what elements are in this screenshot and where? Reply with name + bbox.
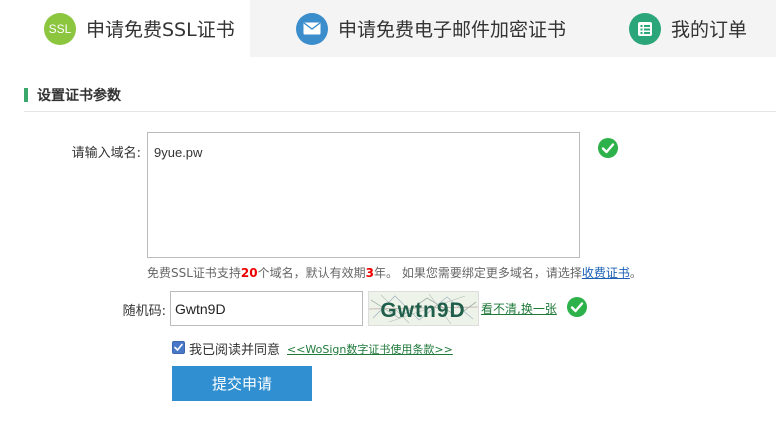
tab-ssl-certificate[interactable]: SSL 申请免费SSL证书 [0, 0, 250, 57]
agree-terms-checkbox[interactable] [172, 341, 185, 354]
tab-my-orders[interactable]: 我的订单 [572, 0, 776, 57]
tab-bar: SSL 申请免费SSL证书 申请免费电子邮件加密证书 我的订单 [0, 0, 776, 57]
captcha-valid-check-icon [567, 297, 587, 317]
paid-certificate-link[interactable]: 收费证书 [582, 266, 630, 280]
tab-email-certificate[interactable]: 申请免费电子邮件加密证书 [250, 0, 572, 57]
tab-label: 申请免费电子邮件加密证书 [338, 19, 567, 41]
captcha-image-text: Gwtn9D [380, 299, 465, 322]
domain-label: 请输入域名: [71, 146, 141, 161]
section-accent-bar [24, 88, 28, 102]
list-icon [629, 12, 661, 45]
domain-input[interactable]: 9yue.pw [147, 132, 580, 258]
captcha-label: 随机码: [122, 304, 166, 319]
section-title: 设置证书参数 [37, 88, 121, 104]
hint-middle: 个域名，默认有效期 [257, 266, 366, 280]
ssl-icon: SSL [44, 12, 76, 45]
hint-suffix: 年。 如果您需要绑定更多域名，请选择 [374, 266, 582, 280]
captcha-image: Gwtn9D [368, 291, 479, 326]
hint-end: 。 [629, 266, 642, 280]
domain-valid-check-icon [598, 138, 618, 158]
hint-years: 3 [365, 266, 374, 280]
tab-label: 我的订单 [671, 19, 748, 41]
agree-terms-label: 我已阅读并同意 [189, 343, 281, 358]
captcha-input[interactable] [170, 291, 363, 326]
tab-label: 申请免费SSL证书 [86, 19, 235, 41]
hint-domain-count: 20 [240, 266, 258, 280]
envelope-icon [296, 12, 328, 45]
submit-application-button[interactable]: 提交申请 [172, 366, 312, 401]
refresh-captcha-link[interactable]: 看不清,换一张 [481, 300, 557, 317]
hint-prefix: 免费SSL证书支持 [147, 266, 241, 280]
section-header: 设置证书参数 [24, 84, 776, 112]
domain-hint: 免费SSL证书支持20个域名，默认有效期3年。 如果您需要绑定更多域名，请选择收… [147, 264, 642, 281]
terms-of-use-link[interactable]: <<WoSign数字证书使用条款>> [287, 341, 453, 357]
